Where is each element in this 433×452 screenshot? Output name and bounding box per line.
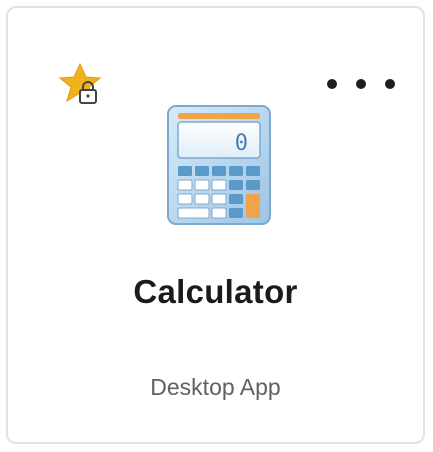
favorite-star-lock-icon — [58, 60, 106, 108]
app-title: Calculator — [133, 273, 298, 310]
more-options-dot — [356, 79, 366, 89]
more-options-dot — [385, 79, 395, 89]
app-tile-card[interactable]: 0 Calculator Desktop App — [6, 6, 425, 444]
calculator-icon: 0 — [166, 104, 272, 226]
more-options-button[interactable] — [327, 66, 395, 102]
app-type-label: Desktop App — [150, 374, 281, 400]
calculator-display-value: 0 — [235, 131, 248, 156]
more-options-icon — [327, 79, 337, 89]
